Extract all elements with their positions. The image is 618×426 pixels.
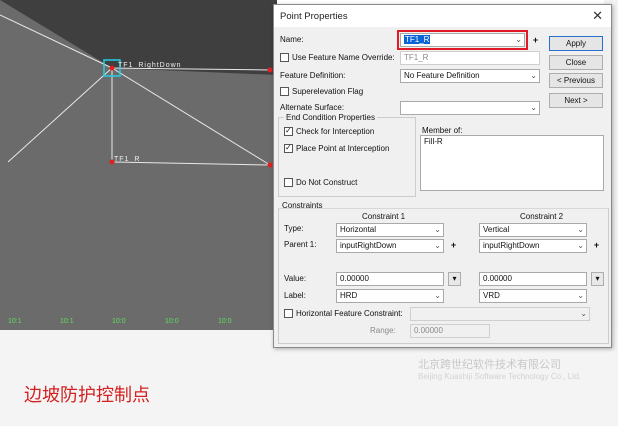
- c2-label-value: VRD: [483, 291, 500, 300]
- superelevation-checkbox[interactable]: [280, 87, 289, 96]
- chevron-down-icon: ⌄: [434, 291, 441, 300]
- dialog-titlebar: Point Properties ✕: [274, 5, 611, 27]
- place-point-checkbox[interactable]: ✓: [284, 143, 293, 153]
- next-button[interactable]: Next >: [549, 93, 603, 108]
- c1-parent-value: inputRightDown: [340, 241, 397, 250]
- label-label: Label:: [284, 291, 306, 300]
- add-icon[interactable]: +: [530, 35, 541, 47]
- horizontal-feature-constraint-checkbox[interactable]: [284, 309, 293, 318]
- c1-parent-select[interactable]: inputRightDown ⌄: [336, 239, 444, 253]
- chevron-down-icon: ⌄: [434, 225, 441, 234]
- c2-type-select[interactable]: Vertical ⌄: [479, 223, 587, 237]
- feature-definition-label: Feature Definition:: [280, 71, 346, 80]
- cad-viewport[interactable]: TF1_RightDown TF1_R 10:1 10:1 10:0 10:0 …: [0, 0, 277, 330]
- c1-value-dropdown-button[interactable]: ▾: [448, 272, 461, 286]
- dialog-title: Point Properties: [280, 11, 348, 22]
- c2-parent-select[interactable]: inputRightDown ⌄: [479, 239, 587, 253]
- list-item[interactable]: Fill-R: [424, 137, 600, 146]
- alternate-surface-label: Alternate Surface:: [280, 103, 345, 112]
- c1-type-value: Horizontal: [340, 225, 377, 234]
- add-icon[interactable]: +: [448, 240, 459, 252]
- apply-button[interactable]: Apply: [549, 36, 603, 51]
- c2-parent-value: inputRightDown: [483, 241, 540, 250]
- type-label: Type:: [284, 224, 304, 233]
- feature-definition-value: No Feature Definition: [404, 71, 480, 80]
- member-of-list[interactable]: Fill-R: [420, 135, 604, 191]
- c1-type-select[interactable]: Horizontal ⌄: [336, 223, 444, 237]
- chevron-down-icon: ⌄: [434, 241, 441, 250]
- caption-text: 边坡防护控制点: [24, 385, 150, 406]
- place-point-label: Place Point at Interception: [296, 144, 390, 153]
- override-field[interactable]: TF1_R: [400, 51, 540, 65]
- end-condition-title: End Condition Properties: [284, 113, 377, 122]
- horizontal-feature-constraint-label: Horizontal Feature Constraint:: [296, 309, 403, 318]
- horizontal-feature-constraint-select[interactable]: ⌄: [410, 307, 590, 321]
- constraint1-title: Constraint 1: [362, 212, 406, 221]
- c1-label-select[interactable]: HRD ⌄: [336, 289, 444, 303]
- ruler-label: 10:0: [165, 318, 179, 325]
- c2-value-dropdown-button[interactable]: ▾: [591, 272, 604, 286]
- range-input[interactable]: 0.00000: [410, 324, 490, 338]
- highlight-box: [397, 30, 528, 50]
- chevron-down-icon: ⌄: [580, 309, 587, 318]
- ruler-label: 10:0: [218, 318, 232, 325]
- template-drawing: [0, 0, 277, 168]
- use-override-checkbox[interactable]: [280, 53, 289, 62]
- watermark-text: 北京跨世纪软件技术有限公司: [418, 358, 561, 371]
- c2-value-input[interactable]: 0.00000: [479, 272, 587, 286]
- point-label-rightdown: TF1_RightDown: [118, 62, 182, 69]
- previous-button[interactable]: < Previous: [549, 73, 603, 88]
- range-label: Range:: [370, 326, 396, 335]
- c2-type-value: Vertical: [483, 225, 510, 234]
- ruler-label: 10:0: [112, 318, 126, 325]
- use-override-label: Use Feature Name Override:: [292, 53, 395, 62]
- chevron-down-icon: ⌄: [577, 291, 584, 300]
- c1-value-input[interactable]: 0.00000: [336, 272, 444, 286]
- superelevation-label: Superelevation Flag: [292, 87, 364, 96]
- chevron-down-icon: ⌄: [530, 71, 537, 80]
- ruler-label: 10:1: [60, 318, 74, 325]
- parent-label: Parent 1:: [284, 240, 317, 249]
- feature-definition-select[interactable]: No Feature Definition ⌄: [400, 69, 540, 83]
- do-not-construct-checkbox[interactable]: [284, 178, 293, 187]
- constraint2-title: Constraint 2: [520, 212, 564, 221]
- alternate-surface-select[interactable]: ⌄: [400, 101, 540, 115]
- point-label-tf1r: TF1_R: [114, 156, 141, 163]
- chevron-down-icon: ⌄: [530, 103, 537, 112]
- do-not-construct-label: Do Not Construct: [296, 178, 358, 187]
- add-icon[interactable]: +: [591, 240, 602, 252]
- check-interception-label: Check for Interception: [296, 127, 375, 136]
- name-label: Name:: [280, 35, 304, 44]
- close-icon[interactable]: ✕: [592, 8, 603, 24]
- point-properties-dialog: Point Properties ✕ Name: TF1_R ⌄ + Apply…: [273, 4, 612, 348]
- close-button[interactable]: Close: [549, 55, 603, 70]
- ruler-label: 10:1: [8, 318, 22, 325]
- check-interception-checkbox[interactable]: ✓: [284, 126, 293, 136]
- chevron-down-icon: ⌄: [577, 241, 584, 250]
- member-of-label: Member of:: [422, 126, 463, 135]
- watermark-text-en: Beijing Kuashiji Software Technology Co.…: [418, 372, 582, 381]
- chevron-down-icon: ⌄: [577, 225, 584, 234]
- value-label: Value:: [284, 274, 307, 283]
- c2-label-select[interactable]: VRD ⌄: [479, 289, 587, 303]
- c1-label-value: HRD: [340, 291, 358, 300]
